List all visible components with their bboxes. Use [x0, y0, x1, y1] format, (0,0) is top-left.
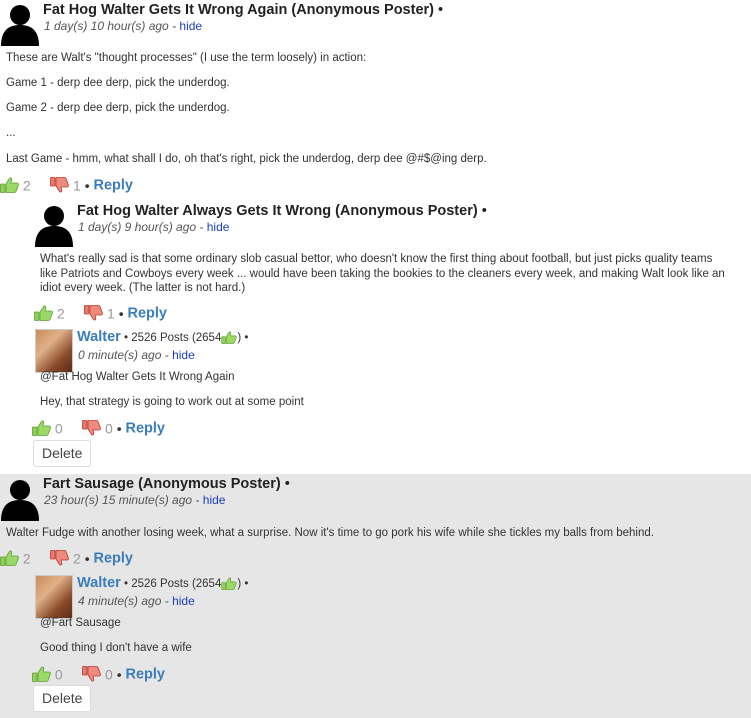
timestamp: 4 minute(s) ago — [78, 594, 162, 608]
timestamp: 1 day(s) 9 hour(s) ago — [78, 220, 197, 234]
hide-link[interactable]: hide — [172, 594, 195, 608]
separator: • — [481, 203, 487, 219]
separator: - — [172, 19, 177, 33]
walter-avatar-image[interactable] — [35, 329, 73, 373]
thumbs-up-icon[interactable] — [34, 305, 53, 321]
downvote-count: 1 — [107, 305, 115, 322]
reply-link[interactable]: Reply — [94, 550, 134, 566]
downvote-count: 0 — [105, 666, 113, 683]
vote-bar: 2 2 • Reply — [0, 549, 133, 569]
separator: • — [118, 305, 124, 322]
author-name: Fart Sausage (Anonymous Poster) — [43, 476, 281, 492]
reply-text: Good thing I don't have a wife — [40, 642, 192, 654]
comment-author: Fart Sausage (Anonymous Poster) • — [43, 476, 290, 492]
delete-button[interactable]: Delete — [33, 440, 92, 467]
downvote-count: 0 — [105, 420, 113, 437]
upvote-count: 2 — [22, 177, 31, 194]
walter-avatar-image[interactable] — [35, 575, 73, 619]
reply-author: Walter • 2526 Posts (2654 ) • — [77, 575, 248, 591]
reply-link[interactable]: Reply — [128, 305, 168, 321]
vote-bar: 2 1 • Reply — [0, 176, 133, 196]
separator: • — [84, 550, 90, 567]
reply-meta: 1 day(s) 9 hour(s) ago - hide — [78, 220, 229, 234]
thumbs-up-icon[interactable] — [32, 420, 51, 436]
reply-text: Hey, that strategy is going to work out … — [40, 396, 304, 408]
author-name: Fat Hog Walter Gets It Wrong Again (Anon… — [43, 2, 434, 18]
separator: • — [116, 420, 122, 437]
comment-thread-1: Fat Hog Walter Gets It Wrong Again (Anon… — [0, 0, 751, 474]
timestamp: 0 minute(s) ago — [78, 348, 162, 362]
thumbs-up-icon — [221, 577, 237, 590]
upvote-count: 0 — [54, 420, 63, 437]
comment-line: Game 2 - derp dee derp, pick the underdo… — [6, 102, 230, 114]
separator: ) • — [237, 578, 249, 590]
reply-author: Walter • 2526 Posts (2654 ) • — [77, 329, 248, 345]
thumbs-up-icon[interactable] — [0, 550, 19, 566]
timestamp: 1 day(s) 10 hour(s) ago — [44, 19, 169, 33]
reply-link[interactable]: Reply — [126, 420, 166, 436]
comment-line: ... — [6, 127, 16, 139]
thumbs-up-icon — [221, 331, 237, 344]
timestamp: 23 hour(s) 15 minute(s) ago — [44, 493, 193, 507]
upvote-count: 2 — [22, 550, 31, 567]
vote-bar: 2 1 • Reply — [34, 304, 167, 324]
author-name: Fat Hog Walter Always Gets It Wrong (Ano… — [77, 203, 478, 219]
comment-line: Game 1 - derp dee derp, pick the underdo… — [6, 77, 230, 89]
thumbs-up-icon[interactable] — [0, 177, 19, 193]
reply-text: What's really sad is that some ordinary … — [40, 253, 725, 294]
separator: - — [164, 594, 169, 608]
comment-thread-2: Fart Sausage (Anonymous Poster) • 23 hou… — [0, 474, 751, 718]
separator: • — [116, 666, 122, 683]
thumbs-down-icon[interactable] — [82, 666, 101, 682]
reply-meta: 0 minute(s) ago - hide — [78, 348, 195, 362]
comment-meta: 23 hour(s) 15 minute(s) ago - hide — [44, 493, 225, 507]
separator: ) • — [237, 332, 249, 344]
comment-text: Walter Fudge with another losing week, w… — [6, 527, 654, 539]
post-count: • 2526 Posts (2654 — [123, 332, 222, 344]
anonymous-avatar-icon[interactable] — [35, 203, 73, 247]
separator: - — [164, 348, 169, 362]
reply-author: Fat Hog Walter Always Gets It Wrong (Ano… — [77, 203, 487, 219]
mention: @Fart Sausage — [40, 617, 121, 629]
vote-bar: 0 0 • Reply — [32, 665, 165, 685]
comment-line: These are Walt's "thought processes" (I … — [6, 52, 367, 64]
reply-meta: 4 minute(s) ago - hide — [78, 594, 195, 608]
comment-author: Fat Hog Walter Gets It Wrong Again (Anon… — [43, 2, 443, 18]
separator: • — [84, 177, 90, 194]
thumbs-down-icon[interactable] — [84, 305, 103, 321]
separator: - — [199, 220, 204, 234]
separator: • — [284, 476, 290, 492]
thumbs-down-icon[interactable] — [50, 550, 69, 566]
hide-link[interactable]: hide — [207, 220, 230, 234]
hide-link[interactable]: hide — [203, 493, 226, 507]
reply-link[interactable]: Reply — [126, 666, 166, 682]
hide-link[interactable]: hide — [172, 348, 195, 362]
anonymous-avatar-icon[interactable] — [1, 477, 39, 521]
author-name-link[interactable]: Walter — [77, 575, 121, 591]
downvote-count: 2 — [73, 550, 81, 567]
vote-bar: 0 0 • Reply — [32, 419, 165, 439]
mention: @Fat Hog Walter Gets It Wrong Again — [40, 371, 235, 383]
reply-link[interactable]: Reply — [94, 177, 134, 193]
separator: • — [438, 2, 444, 18]
downvote-count: 1 — [73, 177, 81, 194]
upvote-count: 2 — [56, 305, 65, 322]
delete-button[interactable]: Delete — [33, 685, 92, 712]
post-count: • 2526 Posts (2654 — [123, 578, 222, 590]
upvote-count: 0 — [54, 666, 63, 683]
thumbs-down-icon[interactable] — [50, 177, 69, 193]
comment-line: Last Game - hmm, what shall I do, oh tha… — [6, 153, 487, 165]
hide-link[interactable]: hide — [179, 19, 202, 33]
separator: - — [195, 493, 200, 507]
comment-meta: 1 day(s) 10 hour(s) ago - hide — [44, 19, 202, 33]
anonymous-avatar-icon[interactable] — [1, 2, 39, 46]
thumbs-down-icon[interactable] — [82, 420, 101, 436]
author-name-link[interactable]: Walter — [77, 329, 121, 345]
thumbs-up-icon[interactable] — [32, 666, 51, 682]
